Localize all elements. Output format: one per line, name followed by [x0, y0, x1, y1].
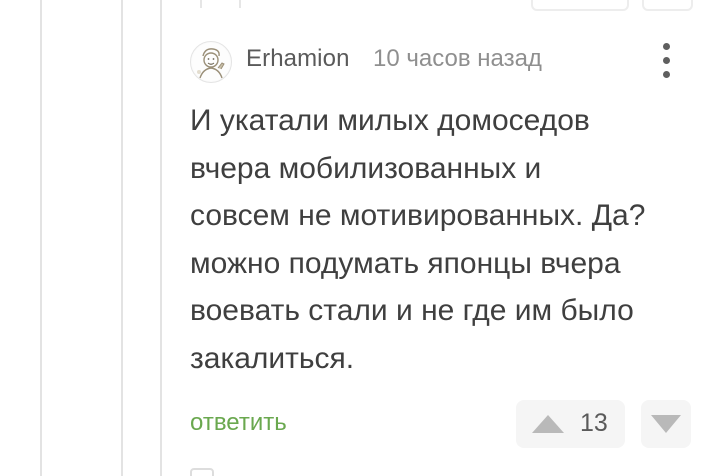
previous-comment-downvote-button[interactable] — [642, 0, 693, 11]
comment-timestamp: 10 часов назад — [373, 45, 542, 72]
more-options-button[interactable] — [650, 40, 682, 82]
next-comment-collapse-toggle[interactable] — [190, 468, 214, 476]
upvote-button[interactable]: 13 — [516, 400, 625, 448]
comment-thread-view: Erhamion 10 часов назад И укатали милых … — [0, 0, 720, 476]
triangle-down-icon — [651, 415, 681, 433]
rating-count: 13 — [580, 409, 608, 437]
thread-line — [121, 0, 123, 476]
previous-comment-divider — [200, 0, 202, 8]
thread-line — [40, 0, 42, 476]
downvote-button[interactable] — [641, 400, 691, 448]
avatar[interactable] — [190, 41, 232, 83]
triangle-up-icon — [532, 415, 564, 433]
previous-comment-divider — [239, 0, 241, 8]
reply-link[interactable]: ответить — [190, 409, 287, 437]
comment-text: И укатали милых домоседов вчера мобилизо… — [190, 104, 646, 375]
previous-comment-upvote-button[interactable] — [531, 0, 629, 11]
comment-author[interactable]: Erhamion — [246, 45, 350, 73]
vault-boy-avatar-icon — [192, 43, 230, 81]
thread-line — [160, 0, 162, 476]
